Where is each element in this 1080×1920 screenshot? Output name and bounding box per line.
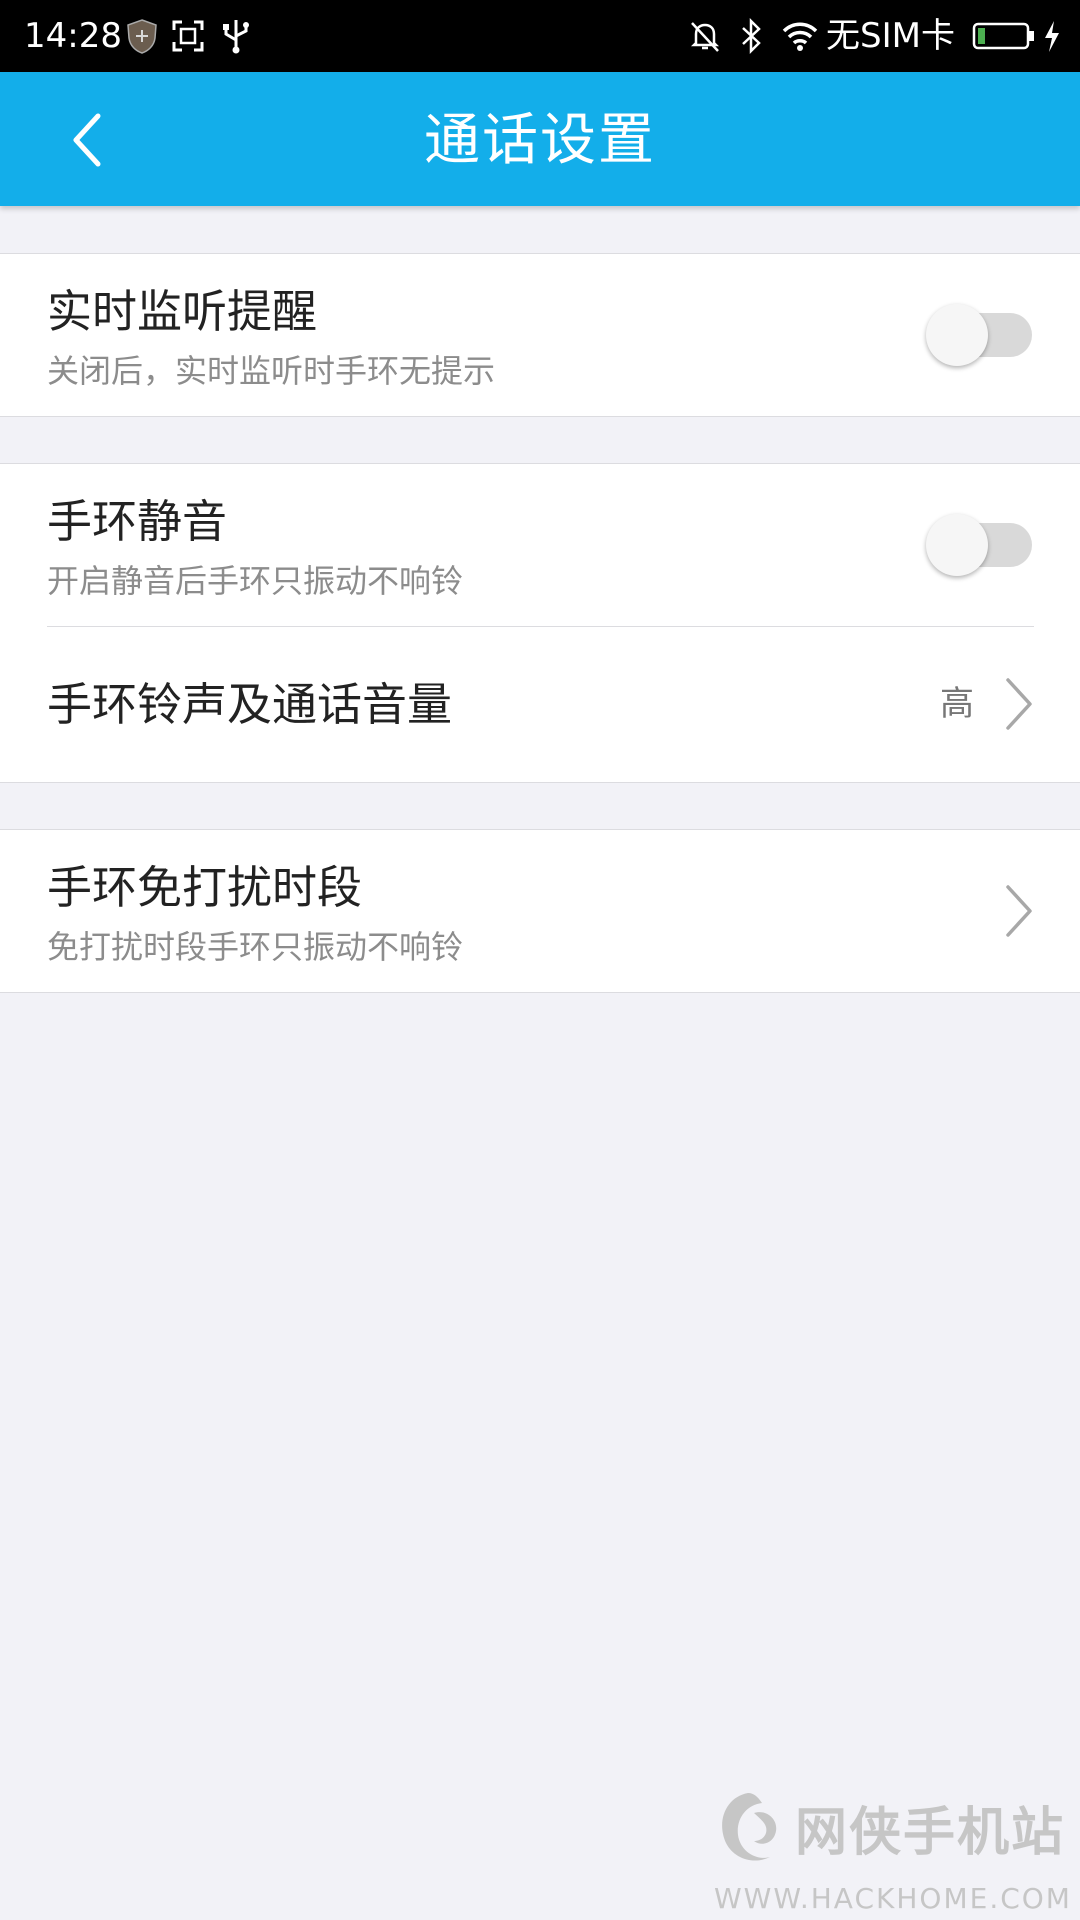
realtime-alert-row: 实时监听提醒 关闭后，实时监听时手环无提示 [0, 254, 1080, 416]
watermark-text-en: WWW.HACKHOME.COM [714, 1882, 1072, 1915]
screenshot-icon [172, 20, 204, 52]
app-bar: 通话设置 [0, 72, 1080, 206]
battery-icon [972, 22, 1034, 50]
ringtone-volume-row[interactable]: 手环铃声及通话音量 高 [0, 627, 1080, 782]
do-not-disturb-row[interactable]: 手环免打扰时段 免打扰时段手环只振动不响铃 [0, 830, 1080, 992]
band-mute-row: 手环静音 开启静音后手环只振动不响铃 [0, 464, 1080, 626]
watermark-text-cn: 网侠手机站 [795, 1803, 1066, 1863]
chevron-right-icon [1006, 678, 1032, 730]
do-not-disturb-subtitle: 免打扰时段手环只振动不响铃 [47, 928, 464, 966]
ringtone-volume-title: 手环铃声及通话音量 [47, 678, 453, 731]
settings-group-dnd: 手环免打扰时段 免打扰时段手环只振动不响铃 [0, 829, 1080, 993]
mute-bell-icon [690, 22, 720, 52]
usb-icon [223, 20, 249, 54]
charging-icon [1045, 21, 1059, 52]
wifi-icon [782, 22, 818, 51]
realtime-alert-title: 实时监听提醒 [47, 285, 318, 338]
band-mute-title: 手环静音 [47, 495, 228, 548]
shield-icon [127, 19, 157, 54]
do-not-disturb-title: 手环免打扰时段 [47, 861, 363, 914]
status-bar: 14:28 无SIM卡 [0, 0, 1080, 72]
band-mute-subtitle: 开启静音后手环只振动不响铃 [47, 562, 464, 600]
settings-group-band: 手环静音 开启静音后手环只振动不响铃 手环铃声及通话音量 高 [0, 463, 1080, 783]
carrier-label: 无SIM卡 [826, 16, 955, 56]
toggle-thumb [926, 304, 988, 366]
watermark: 网侠手机站 WWW.HACKHOME.COM [700, 1775, 1070, 1915]
band-mute-toggle[interactable] [926, 514, 1034, 576]
settings-group-realtime: 实时监听提醒 关闭后，实时监听时手环无提示 [0, 253, 1080, 417]
watermark-logo-icon [722, 1793, 777, 1861]
ringtone-volume-value: 高 [940, 684, 974, 724]
bluetooth-icon [742, 17, 761, 55]
status-time: 14:28 [24, 16, 122, 56]
realtime-alert-toggle[interactable] [926, 304, 1034, 366]
chevron-right-icon [1006, 885, 1032, 937]
page-title: 通话设置 [424, 108, 656, 173]
toggle-thumb [926, 514, 988, 576]
realtime-alert-subtitle: 关闭后，实时监听时手环无提示 [47, 352, 496, 390]
